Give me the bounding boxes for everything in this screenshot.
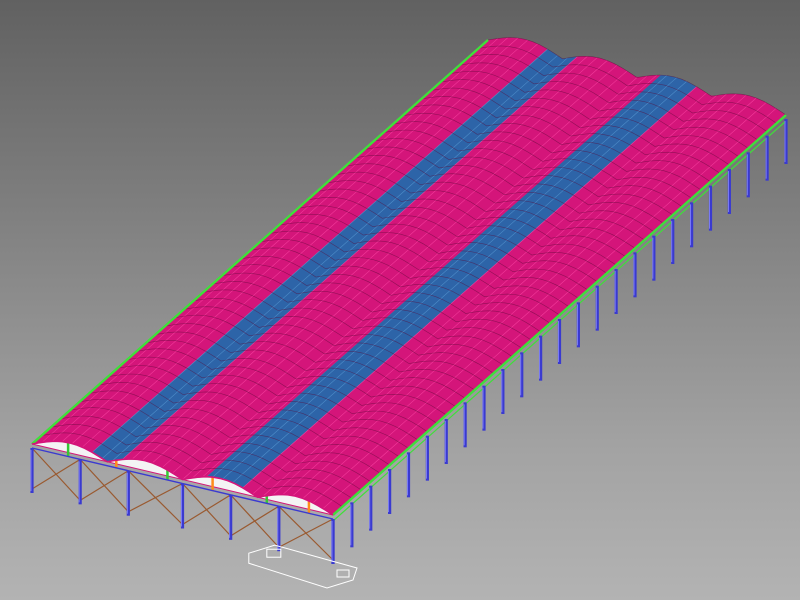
front-bracing-member (79, 470, 129, 501)
front-bracing-member (230, 505, 280, 537)
foundation-outline (248, 544, 358, 589)
front-bracing-member (182, 494, 231, 526)
model-viewport[interactable] (0, 0, 800, 600)
roof-group (31, 37, 787, 522)
base-outline-group (248, 544, 358, 589)
front-bracing-member (128, 482, 183, 513)
front-bracing-member (278, 518, 334, 548)
structural-3d-model[interactable] (0, 0, 800, 600)
footing-pad (336, 569, 350, 578)
front-bracing-member (31, 458, 81, 490)
